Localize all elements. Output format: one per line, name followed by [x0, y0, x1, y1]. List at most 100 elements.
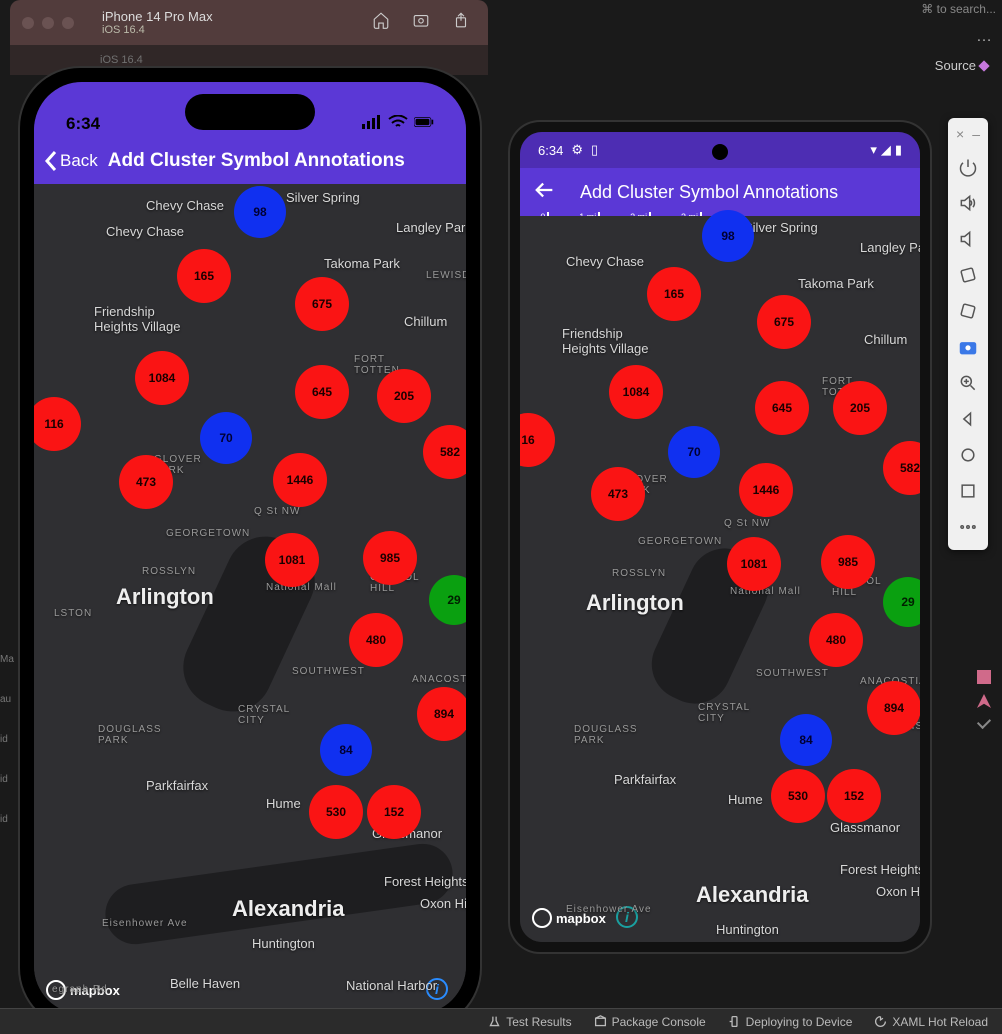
map-label: Q St NW [724, 518, 770, 529]
package-console-button[interactable]: Package Console [594, 1015, 706, 1029]
back-button[interactable]: Back [44, 150, 98, 172]
iphone-screen[interactable]: 6:34 Back Add Cluster Symbol Annotations… [34, 82, 466, 1014]
screenshot-icon[interactable] [412, 11, 430, 34]
map-label: LEWISDALE [426, 270, 466, 281]
ide-menu-dots[interactable]: … [976, 28, 994, 46]
cluster-marker[interactable]: 152 [367, 785, 421, 839]
cluster-marker[interactable]: 98 [702, 210, 754, 262]
cluster-marker[interactable]: 29 [429, 575, 466, 625]
cluster-marker[interactable]: 645 [295, 365, 349, 419]
android-punch-hole [712, 144, 728, 160]
rotate-left-icon[interactable] [951, 258, 985, 292]
cluster-marker[interactable]: 70 [668, 426, 720, 478]
volume-up-icon[interactable] [951, 186, 985, 220]
home-icon[interactable] [372, 11, 390, 34]
cluster-marker[interactable]: 480 [349, 613, 403, 667]
cluster-marker[interactable]: 152 [827, 769, 881, 823]
nav-overview-icon[interactable] [951, 474, 985, 508]
cluster-marker[interactable]: 1081 [265, 533, 319, 587]
map-label: FriendshipHeights Village [94, 304, 180, 334]
map-label: Alexandria [696, 882, 809, 908]
cluster-marker[interactable]: 480 [809, 613, 863, 667]
map-label: egraph Rd [52, 984, 108, 995]
map-label: Huntington [716, 922, 779, 937]
battery-icon [414, 114, 434, 134]
marker-pink[interactable] [977, 670, 991, 684]
cluster-marker[interactable]: 582 [423, 425, 466, 479]
debug-icon: ▯ [591, 142, 598, 158]
cluster-marker[interactable]: 645 [755, 381, 809, 435]
cluster-marker[interactable]: 894 [417, 687, 466, 741]
android-screen[interactable]: 6:34 ⚙ ▯ ▾ ◢ ▮ Add Cluster Symbol Annota… [520, 132, 920, 942]
pin-icon[interactable] [977, 715, 991, 729]
share-icon[interactable] [452, 11, 470, 34]
test-results-button[interactable]: Test Results [488, 1015, 571, 1029]
volume-down-icon[interactable] [951, 222, 985, 256]
map-label: Chillum [864, 332, 907, 347]
map-label: Parkfairfax [146, 778, 208, 793]
cluster-marker[interactable]: 473 [591, 467, 645, 521]
iphone-frame: 6:34 Back Add Cluster Symbol Annotations… [20, 68, 480, 1028]
simulator-window-bar[interactable]: iPhone 14 Pro Max iOS 16.4 [10, 0, 488, 45]
cluster-marker[interactable]: 165 [177, 249, 231, 303]
map-label: National Harbor [346, 978, 437, 993]
cluster-marker[interactable]: 205 [377, 369, 431, 423]
power-icon[interactable] [951, 150, 985, 184]
cluster-marker[interactable]: 205 [833, 381, 887, 435]
camera-icon[interactable] [951, 330, 985, 364]
map-label: CRYSTALCITY [238, 704, 290, 726]
cluster-marker[interactable]: 985 [363, 531, 417, 585]
cluster-marker[interactable]: 1446 [273, 453, 327, 507]
more-icon[interactable] [951, 510, 985, 544]
cluster-marker[interactable]: 84 [780, 714, 832, 766]
zoom-in-icon[interactable] [951, 366, 985, 400]
emu-close-icon[interactable]: × [956, 126, 964, 142]
ios-map[interactable]: mapbox i Chevy ChaseSilver SpringLangley… [34, 184, 466, 1014]
android-frame: 6:34 ⚙ ▯ ▾ ◢ ▮ Add Cluster Symbol Annota… [510, 122, 930, 952]
cluster-marker[interactable]: 16 [520, 413, 555, 467]
cluster-marker[interactable]: 1084 [609, 365, 663, 419]
traffic-zoom[interactable] [62, 17, 74, 29]
ide-search-hint[interactable]: ⌘ to search... [921, 2, 996, 16]
emu-minimize-icon[interactable]: – [972, 126, 980, 142]
cluster-marker[interactable]: 473 [119, 455, 173, 509]
traffic-minimize[interactable] [42, 17, 54, 29]
map-label: Takoma Park [798, 276, 874, 291]
map-label: Langley Park [396, 220, 466, 235]
cluster-marker[interactable]: 675 [295, 277, 349, 331]
cluster-marker[interactable]: 84 [320, 724, 372, 776]
rotate-right-icon[interactable] [951, 294, 985, 328]
map-label: Eisenhower Ave [102, 918, 188, 929]
map-label: Langley Park [860, 240, 920, 255]
map-label: Q St NW [254, 506, 300, 517]
xaml-hot-reload-button[interactable]: XAML Hot Reload [874, 1015, 988, 1029]
ide-source-dropdown[interactable]: Source [935, 58, 988, 73]
map-label: Arlington [116, 584, 214, 610]
ios-navbar: Back Add Cluster Symbol Annotations [34, 138, 466, 184]
cluster-marker[interactable]: 98 [234, 186, 286, 238]
deploying-button[interactable]: Deploying to Device [728, 1015, 853, 1029]
nav-back-icon[interactable] [951, 402, 985, 436]
traffic-close[interactable] [22, 17, 34, 29]
cluster-marker[interactable]: 1446 [739, 463, 793, 517]
cluster-marker[interactable]: 985 [821, 535, 875, 589]
dynamic-island [185, 94, 315, 130]
back-arrow-icon[interactable] [534, 179, 556, 206]
wifi-icon: ▾ [870, 142, 877, 158]
map-label: Chevy Chase [146, 198, 224, 213]
android-map[interactable]: mapbox i Silver SpringLangley ParkChevy … [520, 216, 920, 942]
cluster-marker[interactable]: 165 [647, 267, 701, 321]
cluster-marker[interactable]: 1084 [135, 351, 189, 405]
cluster-marker[interactable]: 675 [757, 295, 811, 349]
cluster-marker[interactable]: 70 [200, 412, 252, 464]
map-label: Takoma Park [324, 256, 400, 271]
nav-home-icon[interactable] [951, 438, 985, 472]
cluster-marker[interactable]: 116 [34, 397, 81, 451]
cluster-marker[interactable]: 530 [309, 785, 363, 839]
cluster-marker[interactable]: 582 [883, 441, 920, 495]
cluster-marker[interactable]: 530 [771, 769, 825, 823]
eraser-icon[interactable] [977, 694, 991, 708]
cluster-marker[interactable]: 29 [883, 577, 920, 627]
cluster-marker[interactable]: 894 [867, 681, 920, 735]
cluster-marker[interactable]: 1081 [727, 537, 781, 591]
